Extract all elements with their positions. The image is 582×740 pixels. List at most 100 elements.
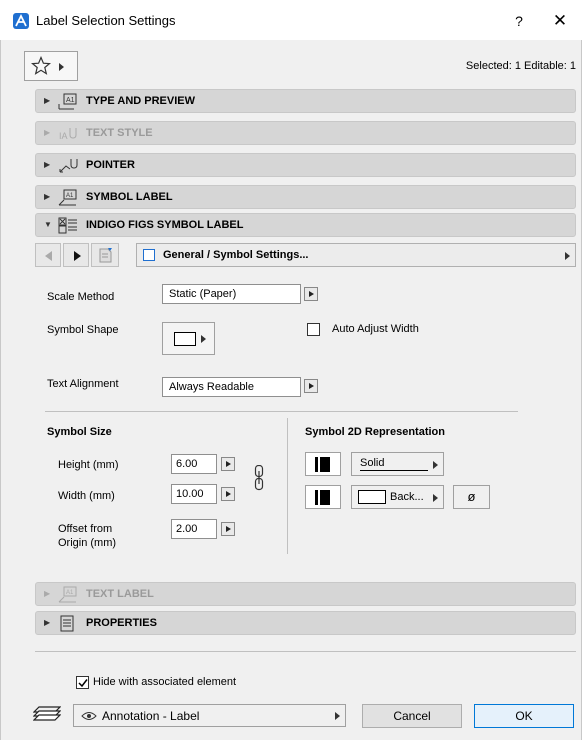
help-button[interactable]: ?	[507, 10, 531, 32]
panel-title: TYPE AND PREVIEW	[86, 95, 195, 107]
offset-arrow-icon[interactable]	[221, 522, 235, 536]
fill-pen-button[interactable]	[305, 485, 341, 509]
text-alignment-label: Text Alignment	[47, 378, 119, 390]
expand-icon: ▶	[44, 160, 51, 169]
page-settings-button[interactable]	[91, 243, 119, 267]
eye-icon	[81, 712, 97, 720]
text-alignment-arrow-icon[interactable]	[304, 379, 318, 393]
panel-title: INDIGO FIGS SYMBOL LABEL	[86, 219, 244, 231]
contour-pen-button[interactable]	[305, 452, 341, 476]
expand-icon: ▶	[44, 192, 51, 201]
symbol-shape-button[interactable]	[162, 322, 215, 355]
text-alignment-select[interactable]: Always Readable	[162, 377, 301, 397]
auto-adjust-width-label: Auto Adjust Width	[332, 323, 419, 335]
close-button[interactable]: ✕	[548, 10, 572, 32]
collapse-icon: ▼	[44, 220, 52, 229]
svg-text:IA: IA	[59, 131, 68, 141]
panel-pointer[interactable]: ▶ POINTER	[35, 153, 576, 177]
height-input[interactable]: 6.00	[171, 454, 217, 474]
expand-icon: ▶	[44, 128, 51, 137]
svg-text:A1: A1	[66, 97, 75, 104]
background-fill-select[interactable]: Back...	[351, 485, 444, 509]
next-page-button[interactable]	[63, 243, 89, 267]
rectangle-shape-icon	[174, 332, 196, 346]
selection-info: Selected: 1 Editable: 1	[465, 60, 576, 72]
panel-title: SYMBOL LABEL	[86, 191, 173, 203]
panel-title: POINTER	[86, 159, 135, 171]
scale-method-select[interactable]: Static (Paper)	[162, 284, 301, 304]
panel-symbol-label[interactable]: ▶ A1 SYMBOL LABEL	[35, 185, 576, 209]
svg-text:A1: A1	[66, 193, 74, 199]
chevron-right-icon	[433, 461, 438, 469]
panel-type-and-preview[interactable]: ▶ A1 TYPE AND PREVIEW	[35, 89, 576, 113]
line-type-label: Solid	[360, 457, 385, 469]
document-icon	[99, 248, 112, 263]
chevron-right-icon	[59, 63, 64, 71]
text-label-icon: A1	[58, 586, 77, 603]
offset-label-line-2: Origin (mm)	[58, 537, 117, 549]
chevron-right-icon	[201, 335, 206, 343]
width-arrow-icon[interactable]	[221, 487, 235, 501]
settings-page-dropdown[interactable]: General / Symbol Settings...	[136, 243, 576, 267]
checkmark-icon	[78, 679, 88, 688]
page-navigator: General / Symbol Settings...	[35, 243, 576, 267]
solid-line-preview	[360, 470, 428, 471]
settings-page-label: General / Symbol Settings...	[163, 249, 309, 261]
representation-header: Symbol 2D Representation	[305, 426, 445, 438]
width-label: Width (mm)	[58, 490, 115, 502]
expand-icon: ▶	[44, 96, 51, 105]
panel-title: TEXT STYLE	[86, 127, 153, 139]
star-icon	[31, 56, 51, 75]
symbol-shape-label: Symbol Shape	[47, 324, 119, 336]
symbol-label-icon: A1	[58, 189, 77, 206]
offset-label-line-1: Offset from	[58, 523, 113, 535]
height-arrow-icon[interactable]	[221, 457, 235, 471]
line-type-select[interactable]: Solid	[351, 452, 444, 476]
hide-with-element-checkbox[interactable]	[76, 676, 89, 689]
fill-swatch	[358, 490, 386, 504]
triangle-right-icon	[74, 251, 81, 261]
panel-properties[interactable]: ▶ PROPERTIES	[35, 611, 576, 635]
panel-text-style[interactable]: ▶ IA TEXT STYLE	[35, 121, 576, 145]
chain-link-icon[interactable]	[254, 465, 264, 491]
archicad-app-icon	[13, 13, 29, 29]
chevron-right-icon	[565, 252, 570, 260]
fill-label: Back...	[390, 491, 424, 503]
scale-method-label: Scale Method	[47, 291, 115, 303]
footer-divider	[35, 651, 576, 652]
previous-page-button[interactable]	[35, 243, 61, 267]
layer-select[interactable]: Annotation - Label	[73, 704, 346, 727]
panel-title: PROPERTIES	[86, 617, 157, 629]
height-label: Height (mm)	[58, 459, 119, 471]
layers-icon	[33, 706, 61, 721]
layer-label: Annotation - Label	[102, 709, 200, 723]
hide-with-element-label: Hide with associated element	[93, 676, 237, 688]
column-divider	[287, 418, 288, 554]
text-style-icon: IA	[59, 128, 77, 141]
panel-title: TEXT LABEL	[86, 588, 154, 600]
scale-method-arrow-icon[interactable]	[304, 287, 318, 301]
page-icon	[143, 249, 155, 261]
ok-button[interactable]: OK	[474, 704, 574, 728]
panel-text-label[interactable]: ▶ A1 TEXT LABEL	[35, 582, 576, 606]
expand-icon: ▶	[44, 589, 51, 598]
window-title: Label Selection Settings	[36, 13, 176, 28]
auto-adjust-width-checkbox[interactable]	[307, 323, 320, 336]
type-preview-icon: A1	[58, 93, 77, 110]
width-input[interactable]: 10.00	[171, 484, 217, 504]
offset-input[interactable]: 2.00	[171, 519, 217, 539]
section-divider	[45, 411, 518, 412]
symbol-size-header: Symbol Size	[47, 426, 112, 438]
chevron-right-icon	[433, 494, 438, 502]
cancel-button[interactable]: Cancel	[362, 704, 462, 728]
svg-text:A1: A1	[66, 590, 74, 596]
favorites-button[interactable]	[24, 51, 78, 81]
pointer-icon	[59, 159, 78, 173]
properties-icon	[60, 615, 74, 632]
triangle-left-icon	[45, 251, 52, 261]
chevron-right-icon	[335, 712, 340, 720]
no-background-button[interactable]: ø	[453, 485, 490, 509]
indigo-figs-icon	[58, 217, 77, 234]
expand-icon: ▶	[44, 618, 51, 627]
panel-indigo-figs-symbol-label[interactable]: ▼ INDIGO FIGS SYMBOL LABEL	[35, 213, 576, 237]
